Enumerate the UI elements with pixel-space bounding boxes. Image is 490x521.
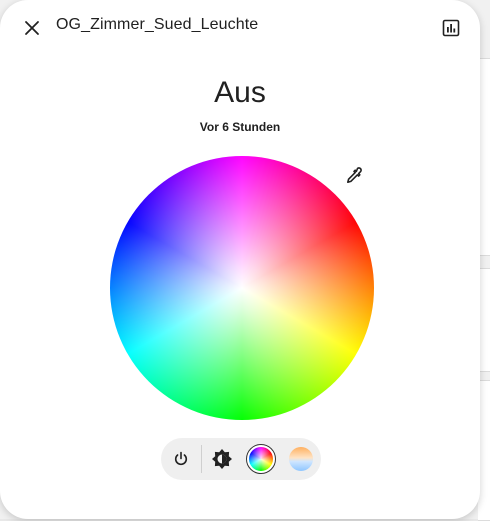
entity-state: Aus <box>214 76 266 109</box>
color-wheel[interactable] <box>110 156 374 420</box>
dialog-title: OG_Zimmer_Sued_Leuchte <box>56 16 259 33</box>
more-info-dialog: OG_Zimmer_Sued_Leuchte Aus Vor 6 Stunden <box>0 0 480 519</box>
power-button[interactable] <box>161 439 201 479</box>
selected-ring <box>246 444 277 474</box>
brightness-icon <box>211 449 232 469</box>
color-temperature-button[interactable] <box>281 439 321 479</box>
color-mode-button[interactable] <box>242 439 282 479</box>
brightness-button[interactable] <box>202 439 242 479</box>
close-button[interactable] <box>14 10 50 46</box>
history-button[interactable] <box>433 10 469 46</box>
last-changed: Vor 6 Stunden <box>199 120 281 134</box>
light-mode-controls <box>161 438 321 480</box>
chart-box-icon <box>442 19 460 37</box>
color-wheel-icon <box>249 447 274 471</box>
power-icon <box>174 451 187 466</box>
dialog-header: OG_Zimmer_Sued_Leuchte <box>0 0 480 56</box>
close-icon <box>25 21 39 35</box>
color-temperature-icon <box>289 447 314 471</box>
color-wheel-surface[interactable] <box>110 156 374 420</box>
